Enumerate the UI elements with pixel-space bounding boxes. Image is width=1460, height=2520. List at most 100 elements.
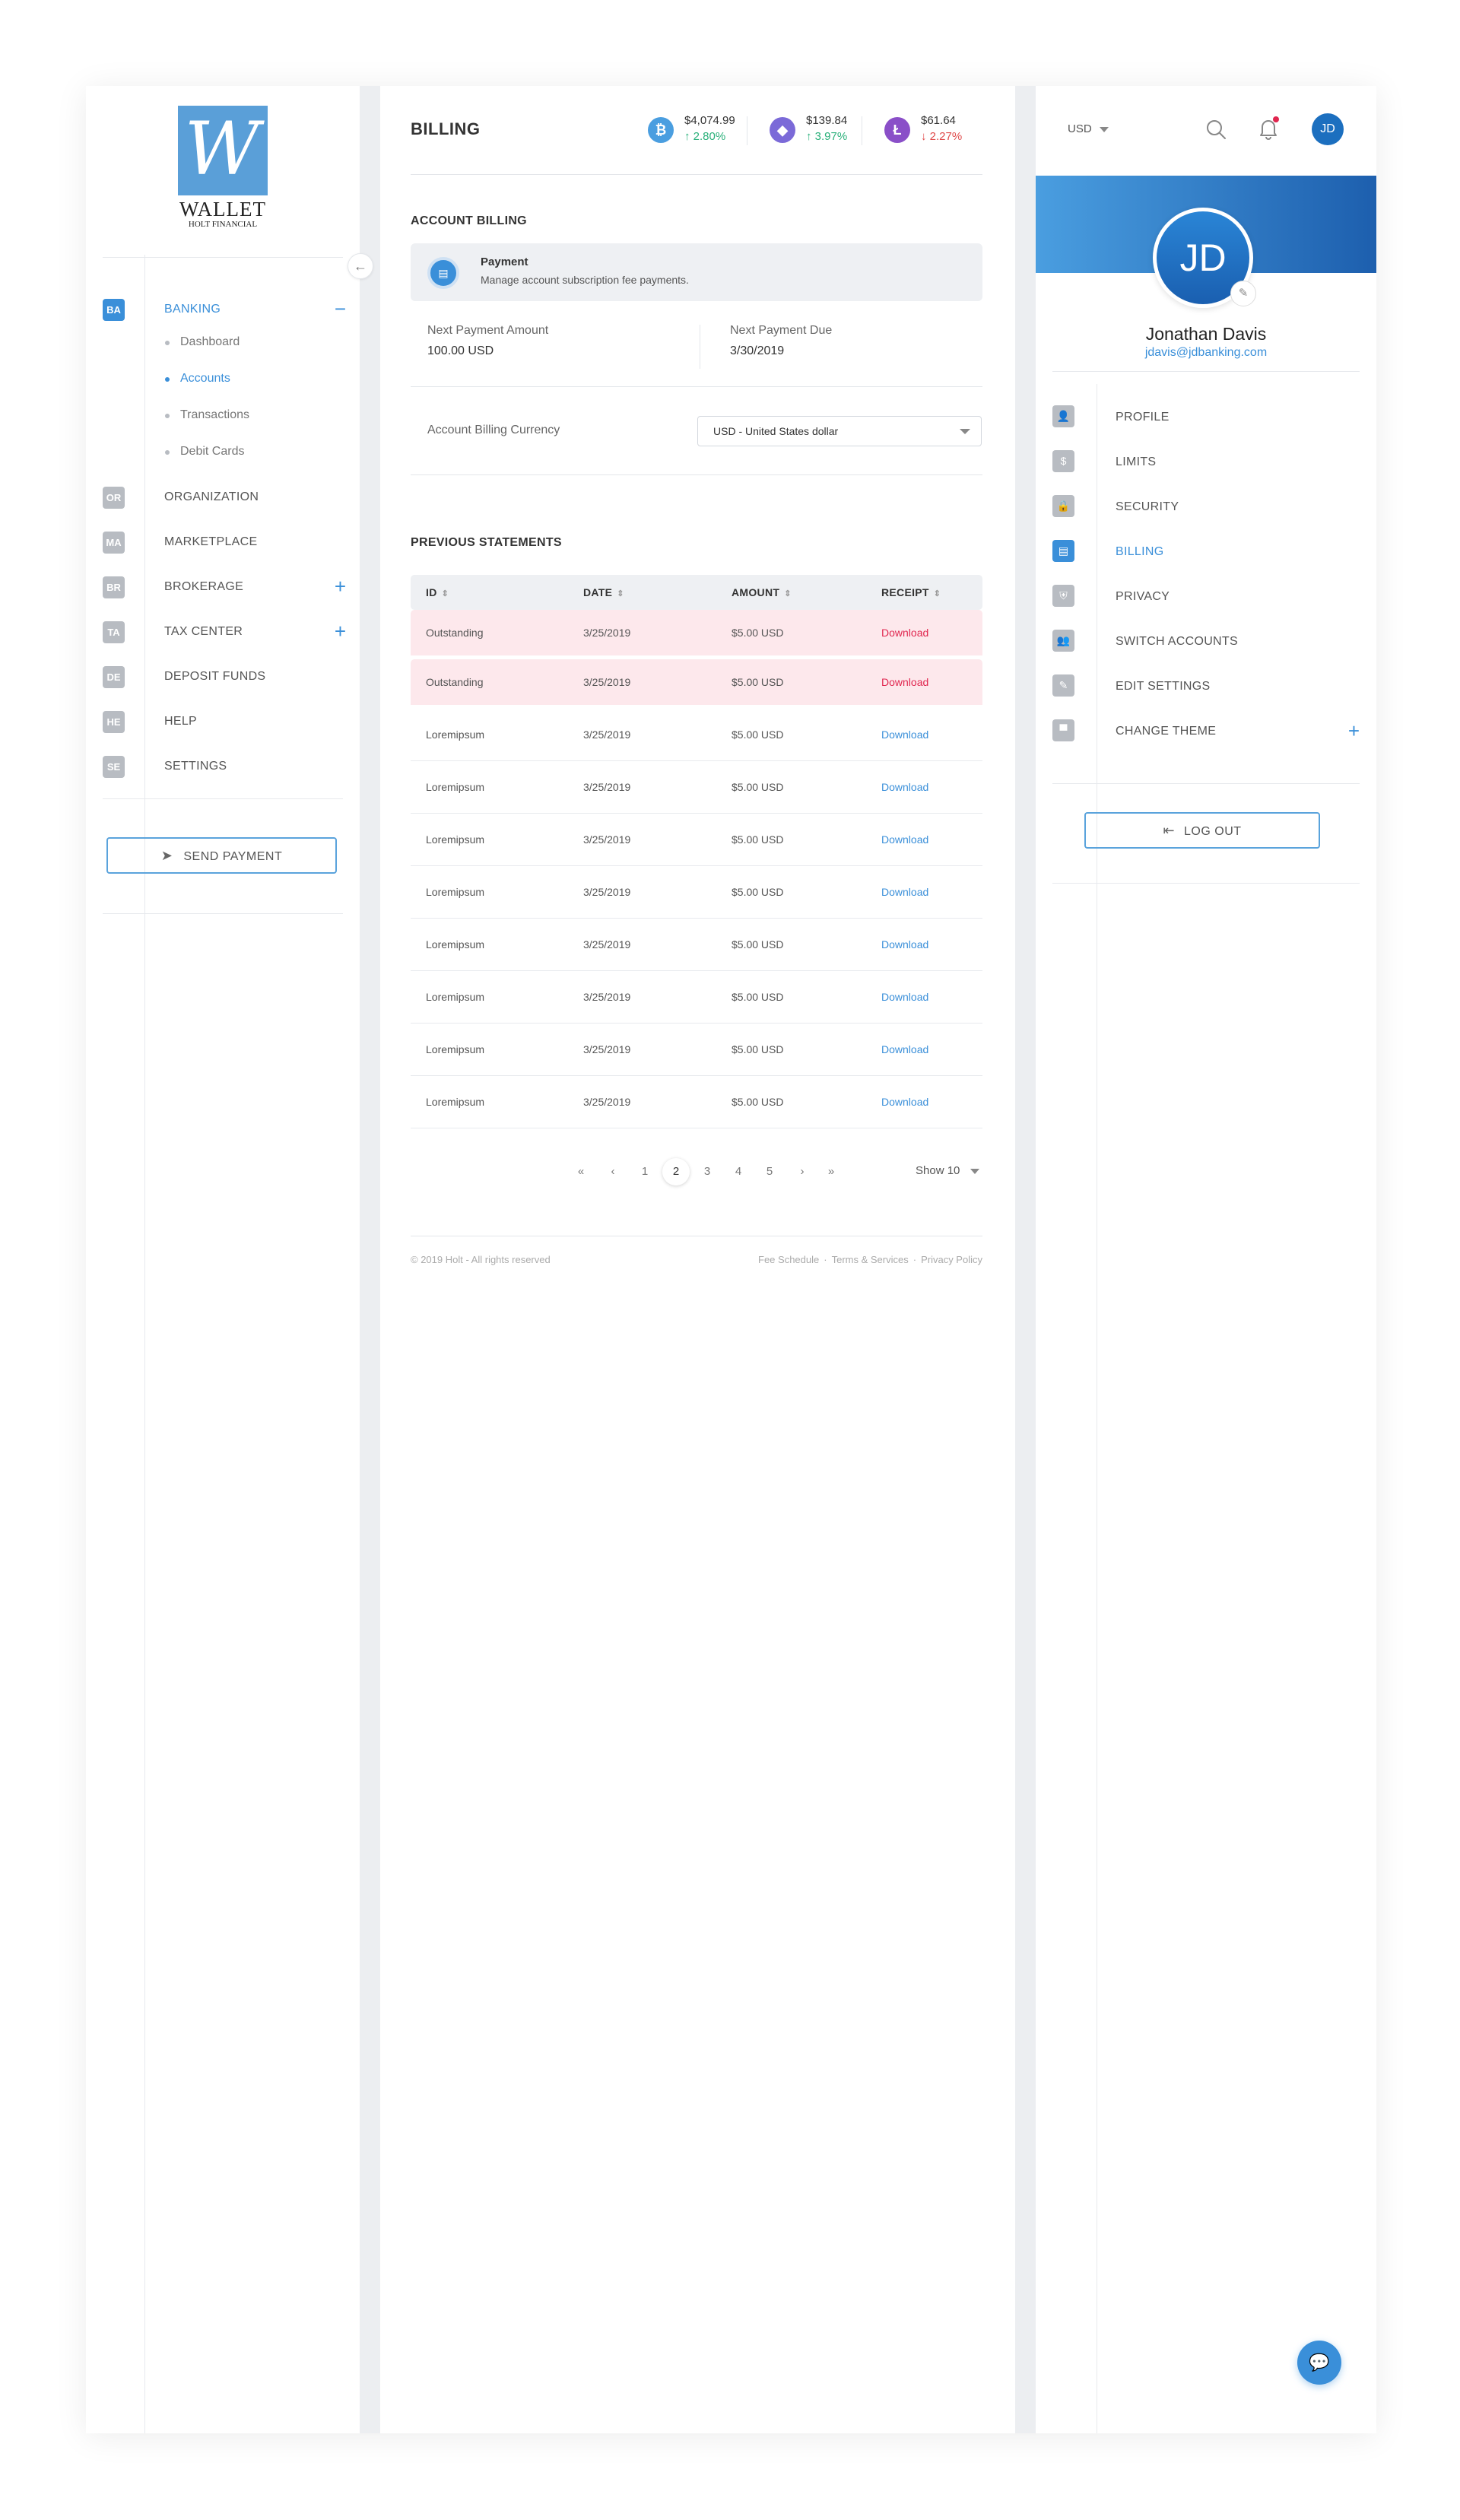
page-button[interactable]: 2 bbox=[662, 1158, 690, 1185]
download-link[interactable]: Download bbox=[866, 761, 982, 814]
header-divider bbox=[411, 174, 982, 175]
profile-menu-edit-settings[interactable]: ✎ EDIT SETTINGS bbox=[1052, 674, 1360, 719]
page-button[interactable]: 4 bbox=[725, 1158, 752, 1185]
sidebar-badge: TA bbox=[103, 621, 125, 643]
brand-logo[interactable]: W WALLET HOLT FINANCIAL bbox=[178, 106, 268, 229]
column-header-receipt[interactable]: RECEIPT ⇕ bbox=[866, 575, 982, 610]
cell-date: 3/25/2019 bbox=[568, 866, 716, 919]
page-title: BILLING bbox=[411, 119, 481, 138]
download-link[interactable]: Download bbox=[866, 814, 982, 866]
sidebar-item-label: MARKETPLACE bbox=[164, 535, 258, 548]
collapse-sidebar-button[interactable]: ← bbox=[348, 253, 373, 279]
footer-separator: · bbox=[824, 1254, 827, 1265]
cell-id: Loremipsum bbox=[411, 709, 568, 761]
page-button[interactable]: 3 bbox=[694, 1158, 721, 1185]
cell-date: 3/25/2019 bbox=[568, 610, 716, 659]
search-icon[interactable] bbox=[1204, 118, 1227, 141]
sidebar-item-tax-center[interactable]: TA TAX CENTER + bbox=[103, 620, 346, 665]
profile-menu-change-theme[interactable]: ▀ CHANGE THEME + bbox=[1052, 719, 1360, 764]
send-payment-button[interactable]: ➤ SEND PAYMENT bbox=[106, 837, 337, 874]
download-link[interactable]: Download bbox=[866, 709, 982, 761]
payment-card[interactable]: ▤ Payment Manage account subscription fe… bbox=[411, 243, 982, 301]
sidebar-badge: BA bbox=[103, 299, 125, 321]
sidebar-item-organization[interactable]: OR ORGANIZATION bbox=[103, 485, 346, 530]
arrow-up-icon: ↑ bbox=[684, 130, 694, 143]
next-payment-amount-label: Next Payment Amount bbox=[427, 324, 549, 337]
avatar[interactable]: JD bbox=[1312, 113, 1344, 145]
footer-separator: · bbox=[912, 1254, 917, 1265]
sidebar-subitem-accounts[interactable]: Accounts bbox=[103, 370, 346, 406]
sidebar-item-settings[interactable]: SE SETTINGS bbox=[103, 754, 346, 799]
sidebar-item-label: SETTINGS bbox=[164, 760, 227, 773]
download-link[interactable]: Download bbox=[866, 866, 982, 919]
expand-icon[interactable]: + bbox=[335, 620, 346, 643]
expand-icon[interactable]: + bbox=[335, 575, 346, 598]
footer: © 2019 Holt - All rights reserved Fee Sc… bbox=[411, 1254, 982, 1265]
collapse-icon[interactable]: − bbox=[335, 297, 346, 320]
profile-panel: USD JD JD ✎ Jonathan Davis jdavis@jdbank… bbox=[1036, 86, 1376, 2433]
currency-selector[interactable]: USD bbox=[1068, 122, 1109, 135]
download-link[interactable]: Download bbox=[866, 1024, 982, 1076]
ticker-price: $61.64 bbox=[921, 114, 956, 127]
download-link[interactable]: Download bbox=[866, 971, 982, 1024]
sidebar-item-marketplace[interactable]: MA MARKETPLACE bbox=[103, 530, 346, 575]
sidebar-item-deposit-funds[interactable]: DE DEPOSIT FUNDS bbox=[103, 665, 346, 709]
expand-icon[interactable]: + bbox=[1348, 719, 1360, 742]
download-link[interactable]: Download bbox=[866, 1076, 982, 1128]
next-page-button[interactable]: › bbox=[789, 1158, 816, 1185]
profile-menu-security[interactable]: 🔒 SECURITY bbox=[1052, 495, 1360, 540]
sidebar-badge: BR bbox=[103, 576, 125, 598]
sidebar-divider bbox=[103, 913, 343, 914]
profile-menu-billing[interactable]: ▤ BILLING bbox=[1052, 540, 1360, 585]
sidebar-item-brokerage[interactable]: BR BROKERAGE + bbox=[103, 575, 346, 620]
profile-menu-switch-accounts[interactable]: 👥 SWITCH ACCOUNTS bbox=[1052, 630, 1360, 674]
first-page-button[interactable]: « bbox=[567, 1158, 595, 1185]
cell-id: Loremipsum bbox=[411, 1024, 568, 1076]
profile-menu-privacy[interactable]: ⛨ PRIVACY bbox=[1052, 585, 1360, 630]
page-button[interactable]: 5 bbox=[756, 1158, 783, 1185]
sidebar-subitem-dashboard[interactable]: Dashboard bbox=[103, 333, 346, 370]
profile-email[interactable]: jdavis@jdbanking.com bbox=[1036, 346, 1376, 360]
page-button[interactable]: 1 bbox=[631, 1158, 659, 1185]
billing-currency-select[interactable]: USD - United States dollar bbox=[697, 416, 982, 446]
profile-menu-label: EDIT SETTINGS bbox=[1116, 680, 1211, 693]
ticker-change: ↑ 2.80% bbox=[684, 130, 725, 143]
sidebar-subitem-transactions[interactable]: Transactions bbox=[103, 406, 346, 443]
profile-menu-profile[interactable]: 👤 PROFILE bbox=[1052, 405, 1360, 450]
cell-date: 3/25/2019 bbox=[568, 1076, 716, 1128]
panel-divider bbox=[1052, 883, 1360, 884]
edit-avatar-button[interactable]: ✎ bbox=[1230, 281, 1256, 306]
prev-page-button[interactable]: ‹ bbox=[599, 1158, 627, 1185]
log-out-button[interactable]: ⇤ LOG OUT bbox=[1084, 812, 1320, 849]
last-page-button[interactable]: » bbox=[817, 1158, 845, 1185]
column-header-id[interactable]: ID ⇕ bbox=[411, 575, 568, 610]
cell-id: Outstanding bbox=[411, 659, 568, 709]
copyright: © 2019 Holt - All rights reserved bbox=[411, 1254, 551, 1265]
download-link[interactable]: Download bbox=[866, 610, 982, 659]
cell-id: Loremipsum bbox=[411, 971, 568, 1024]
ticker-change-value: 2.27% bbox=[929, 130, 963, 143]
page-size-select[interactable]: Show 10 bbox=[916, 1164, 980, 1177]
chat-button[interactable]: 💬 bbox=[1297, 2341, 1341, 2385]
shield-icon: ⛨ bbox=[1052, 585, 1074, 607]
download-link[interactable]: Download bbox=[866, 919, 982, 971]
profile-menu-limits[interactable]: $ LIMITS bbox=[1052, 450, 1360, 495]
column-header-date[interactable]: DATE ⇕ bbox=[568, 575, 716, 610]
sidebar-item-help[interactable]: HE HELP bbox=[103, 709, 346, 754]
footer-link-terms-services[interactable]: Terms & Services bbox=[832, 1254, 909, 1265]
download-link[interactable]: Download bbox=[866, 659, 982, 709]
sidebar-subitem-debit-cards[interactable]: Debit Cards bbox=[103, 443, 346, 479]
bitcoin-icon: ₿ bbox=[648, 117, 674, 143]
sidebar-item-label: TAX CENTER bbox=[164, 625, 243, 638]
sidebar-nav: BA BANKING − Dashboard Accounts Transactions D… bbox=[103, 297, 346, 799]
table-row: Loremipsum 3/25/2019 $5.00 USD Download bbox=[411, 919, 982, 971]
footer-link-fee-schedule[interactable]: Fee Schedule bbox=[758, 1254, 819, 1265]
footer-link-privacy-policy[interactable]: Privacy Policy bbox=[921, 1254, 982, 1265]
column-header-label: ID bbox=[426, 586, 437, 598]
cell-date: 3/25/2019 bbox=[568, 971, 716, 1024]
column-header-amount[interactable]: AMOUNT ⇕ bbox=[716, 575, 866, 610]
main-content: BILLING ₿ $4,074.99 ↑ 2.80% ◆ $139.84 ↑ 3.97%… bbox=[380, 86, 1015, 2433]
cell-amount: $5.00 USD bbox=[716, 971, 866, 1024]
sidebar-item-label: ORGANIZATION bbox=[164, 490, 259, 503]
arrow-left-icon: ← bbox=[354, 259, 367, 274]
